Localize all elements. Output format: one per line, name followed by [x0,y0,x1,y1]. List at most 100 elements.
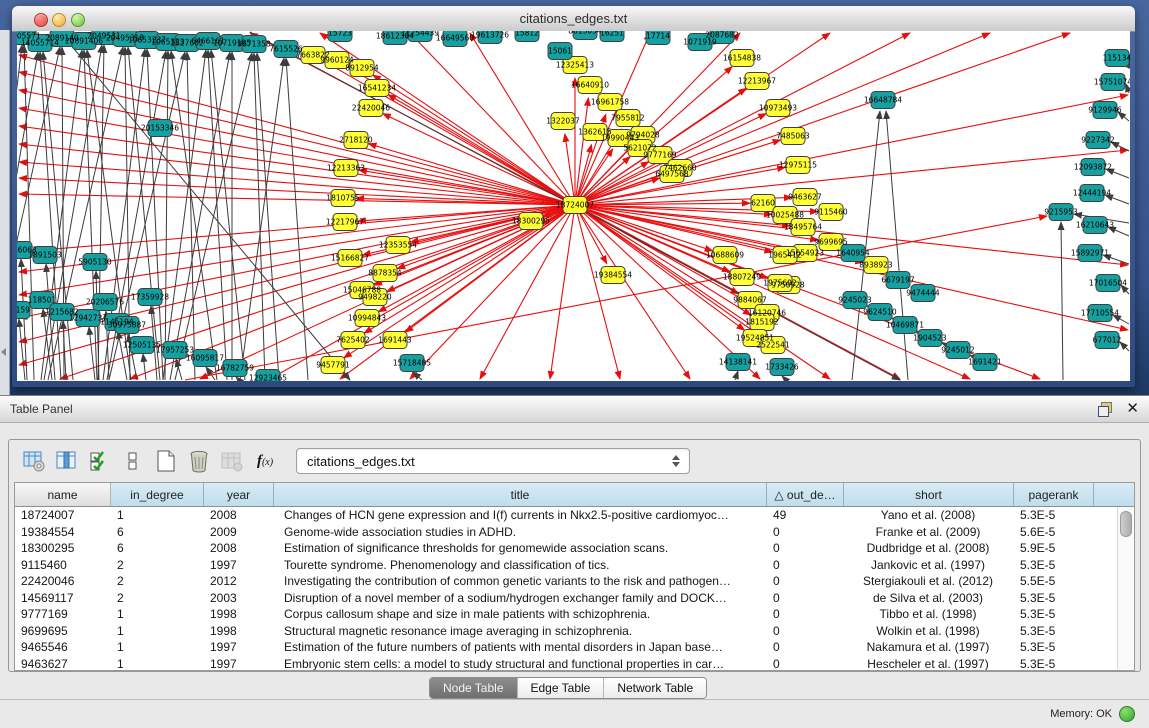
cell-short[interactable]: Dudbridge et al. (2008) [844,540,1014,557]
cell-in_degree[interactable]: 2 [111,573,204,590]
edge[interactable] [98,45,104,380]
cell-out_de[interactable]: 0 [767,557,844,574]
cell-out_de[interactable]: 0 [767,639,844,656]
edge[interactable] [254,53,265,380]
edge[interactable] [89,327,95,380]
cell-in_degree[interactable]: 1 [111,507,204,524]
edge[interactable] [143,354,146,380]
table-select-dropdown[interactable]: citations_edges.txt [296,448,690,474]
network-window-titlebar[interactable]: citations_edges.txt [12,6,1135,32]
cell-short[interactable]: Franke et al. (2009) [844,524,1014,541]
cell-year[interactable]: 2008 [204,540,274,557]
table-row[interactable]: 1872400712008Changes of HCN gene express… [15,507,1134,524]
edge[interactable] [735,371,738,380]
cell-year[interactable]: 1998 [204,606,274,623]
scrollbar-thumb[interactable] [1120,511,1132,537]
table-row[interactable]: 1938455462009Genome-wide association stu… [15,524,1134,541]
cell-short[interactable]: Tibbo et al. (1998) [844,606,1014,623]
cell-year[interactable]: 2003 [204,590,274,607]
edge[interactable] [782,376,786,380]
cell-title[interactable]: Disruption of a novel member of a sodium… [274,590,767,607]
cell-name[interactable]: 9699695 [15,623,111,640]
table-row[interactable]: 946362711997Embryonic stem cells: a mode… [15,656,1134,672]
cell-name[interactable]: 18724007 [15,507,111,524]
tab-network-table[interactable]: Network Table [604,678,706,698]
table-mode-icon[interactable] [21,448,47,474]
cell-name[interactable]: 9465546 [15,639,111,656]
edge[interactable] [21,259,27,380]
tab-edge-table[interactable]: Edge Table [518,678,605,698]
tab-node-table[interactable]: Node Table [430,678,518,698]
edge[interactable] [24,45,34,380]
cell-title[interactable]: Estimation of the future numbers of pati… [274,639,767,656]
table-row[interactable]: 911546021997Tourette syndrome. Phenomeno… [15,557,1134,574]
cell-short[interactable]: Jankovic et al. (1997) [844,557,1014,574]
table-row[interactable]: 969969511998Structural magnetic resonanc… [15,623,1134,640]
cell-title[interactable]: Estimation of significance thresholds fo… [274,540,767,557]
cell-short[interactable]: Nakamura et al. (1997) [844,639,1014,656]
edge[interactable] [165,51,168,380]
cell-out_de[interactable]: 0 [767,590,844,607]
cell-year[interactable]: 2008 [204,507,274,524]
cell-short[interactable]: Wolkin et al. (1998) [844,623,1014,640]
cell-pagerank[interactable]: 5.3E-5 [1014,623,1094,640]
selected-edge[interactable] [550,205,575,379]
table-row[interactable]: 1456911722003Disruption of a novel membe… [15,590,1134,607]
cell-pagerank[interactable]: 5.3E-5 [1014,656,1094,672]
cell-name[interactable]: 9777169 [15,606,111,623]
cell-pagerank[interactable]: 5.3E-5 [1014,639,1094,656]
citation-network-graph[interactable]: 1872400776638229960124891295416541234224… [17,31,1130,381]
table-row[interactable]: 946554611997Estimation of the future num… [15,639,1134,656]
cell-name[interactable]: 18300295 [15,540,111,557]
cell-in_degree[interactable]: 1 [111,623,204,640]
cell-in_degree[interactable]: 6 [111,540,204,557]
selected-edge[interactable] [565,134,575,205]
cell-short[interactable]: Hescheler et al. (1997) [844,656,1014,672]
selected-edge[interactable] [373,75,575,205]
edge[interactable] [286,58,308,380]
column-header-name[interactable]: name [15,483,111,506]
edge[interactable] [236,377,239,380]
edge[interactable] [60,32,350,380]
cell-year[interactable]: 1998 [204,623,274,640]
cell-pagerank[interactable]: 5.3E-5 [1014,507,1094,524]
edge[interactable] [240,58,284,380]
edge[interactable] [17,45,22,380]
float-panel-icon[interactable] [1098,402,1112,416]
network-canvas[interactable]: 1872400776638229960124891295416541234224… [17,31,1130,381]
cell-in_degree[interactable]: 1 [111,606,204,623]
show-columns-icon[interactable] [54,448,80,474]
cell-name[interactable]: 14569117 [15,590,111,607]
cell-title[interactable]: Corpus callosum shape and size in male p… [274,606,767,623]
cell-pagerank[interactable]: 5.3E-5 [1014,557,1094,574]
cell-out_de[interactable]: 49 [767,507,844,524]
table-row[interactable]: 2242004622012Investigating the contribut… [15,573,1134,590]
delete-trash-icon[interactable] [186,448,212,474]
table-row[interactable]: 1830029562008Estimation of significance … [15,540,1134,557]
cell-name[interactable]: 19384554 [15,524,111,541]
cell-out_de[interactable]: 0 [767,540,844,557]
cell-pagerank[interactable]: 5.5E-5 [1014,573,1094,590]
cell-year[interactable]: 2012 [204,573,274,590]
selected-edge[interactable] [575,33,1070,205]
cell-title[interactable]: Changes of HCN gene expression and I(f) … [274,507,767,524]
column-header-title[interactable]: title [274,483,767,506]
column-header-pagerank[interactable]: pagerank [1014,483,1094,506]
cell-year[interactable]: 2009 [204,524,274,541]
cell-short[interactable]: de Silva et al. (2003) [844,590,1014,607]
memory-status-indicator[interactable] [1119,706,1135,722]
cell-pagerank[interactable]: 5.3E-5 [1014,590,1094,607]
cell-out_de[interactable]: 0 [767,524,844,541]
function-builder-icon[interactable]: f(x) [252,448,278,474]
cell-pagerank[interactable]: 5.6E-5 [1014,524,1094,541]
column-header-in_degree[interactable]: in_degree [111,483,204,506]
edge[interactable] [208,50,227,380]
collapsed-panel-strip[interactable] [0,30,10,395]
edge[interactable] [211,50,245,380]
cell-year[interactable]: 1997 [204,557,274,574]
selected-edge[interactable] [410,205,575,379]
selected-edge[interactable] [575,205,690,379]
selected-edge[interactable] [270,205,575,379]
edge[interactable] [206,367,215,380]
column-header-out_de[interactable]: △ out_de… [767,483,844,506]
